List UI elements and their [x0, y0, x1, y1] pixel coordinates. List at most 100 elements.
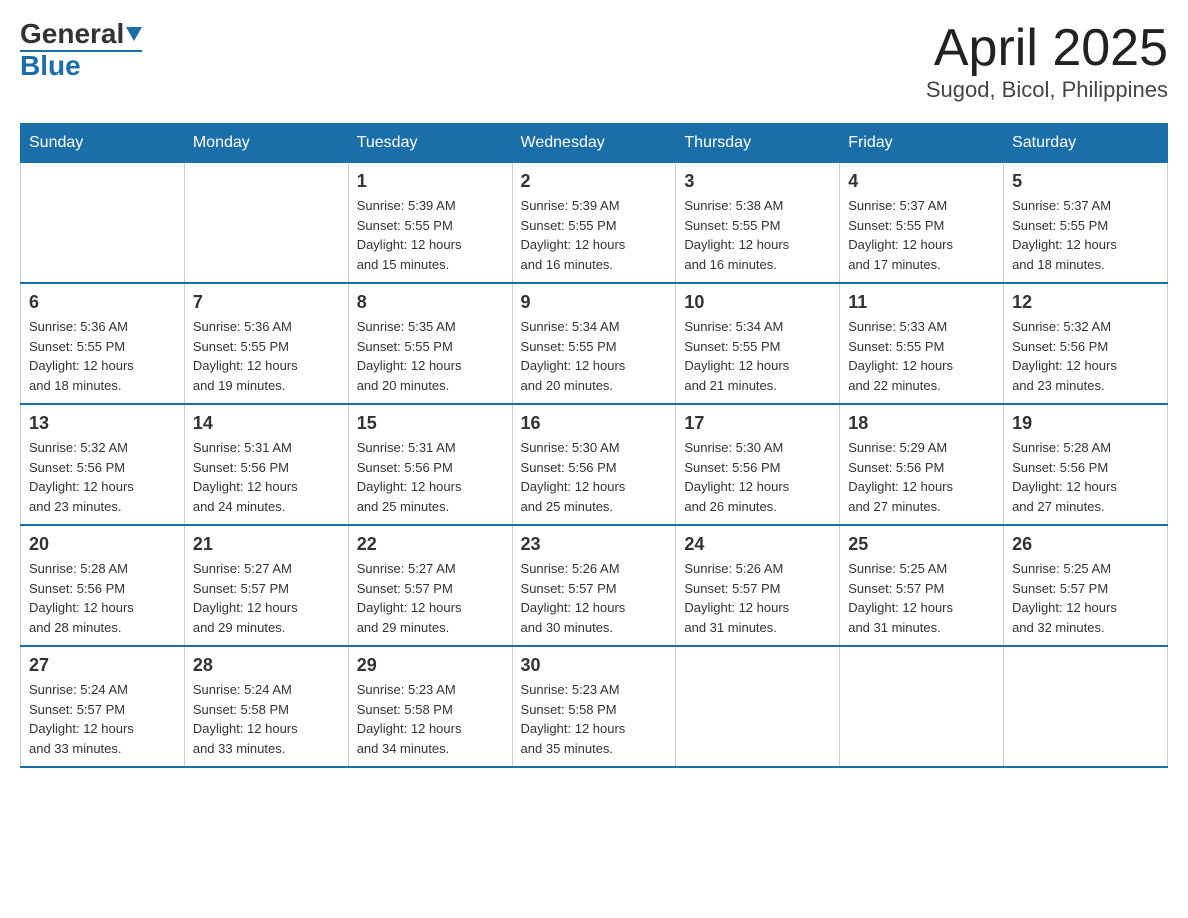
- calendar-cell: 28Sunrise: 5:24 AMSunset: 5:58 PMDayligh…: [184, 646, 348, 767]
- calendar-cell: 10 Sunrise: 5:34 AMSunset: 5:55 PMDayligh…: [676, 283, 840, 404]
- col-header-monday: Monday: [184, 124, 348, 163]
- day-number: 29: [357, 655, 504, 676]
- day-number: 25: [848, 534, 995, 555]
- calendar-cell: 19 Sunrise: 5:28 AMSunset: 5:56 PMDayligh…: [1004, 404, 1168, 525]
- day-info: Sunrise: 5:39 AMSunset: 5:55 PMDaylight:…: [521, 196, 668, 274]
- calendar-cell: 24Sunrise: 5:26 AMSunset: 5:57 PMDayligh…: [676, 525, 840, 646]
- day-number: 21: [193, 534, 340, 555]
- day-info: Sunrise: 5:37 AMSunset: 5:55 PMDaylight:…: [1012, 196, 1159, 274]
- col-header-sunday: Sunday: [21, 124, 185, 163]
- day-number: 5: [1012, 171, 1159, 192]
- day-info: Sunrise: 5:25 AMSunset: 5:57 PMDaylight:…: [1012, 559, 1159, 637]
- title-block: April 2025 Sugod, Bicol, Philippines: [926, 20, 1168, 103]
- calendar-cell: 17 Sunrise: 5:30 AMSunset: 5:56 PMDayligh…: [676, 404, 840, 525]
- page-title: April 2025: [926, 20, 1168, 77]
- calendar-cell: 23Sunrise: 5:26 AMSunset: 5:57 PMDayligh…: [512, 525, 676, 646]
- day-info: Sunrise: 5:24 AMSunset: 5:57 PMDaylight:…: [29, 680, 176, 758]
- day-info: Sunrise: 5:38 AMSunset: 5:55 PMDaylight:…: [684, 196, 831, 274]
- day-info: Sunrise: 5:30 AMSunset: 5:56 PMDaylight:…: [684, 438, 831, 516]
- col-header-wednesday: Wednesday: [512, 124, 676, 163]
- day-info: Sunrise: 5:28 AMSunset: 5:56 PMDaylight:…: [1012, 438, 1159, 516]
- day-number: 27: [29, 655, 176, 676]
- calendar-cell: [840, 646, 1004, 767]
- page-subtitle: Sugod, Bicol, Philippines: [926, 77, 1168, 103]
- calendar-cell: 13 Sunrise: 5:32 AMSunset: 5:56 PMDayligh…: [21, 404, 185, 525]
- day-info: Sunrise: 5:30 AMSunset: 5:56 PMDaylight:…: [521, 438, 668, 516]
- day-number: 28: [193, 655, 340, 676]
- day-number: 19: [1012, 413, 1159, 434]
- col-header-thursday: Thursday: [676, 124, 840, 163]
- day-number: 3: [684, 171, 831, 192]
- day-number: 1: [357, 171, 504, 192]
- calendar-cell: 20 Sunrise: 5:28 AMSunset: 5:56 PMDayligh…: [21, 525, 185, 646]
- col-header-friday: Friday: [840, 124, 1004, 163]
- day-info: Sunrise: 5:27 AMSunset: 5:57 PMDaylight:…: [357, 559, 504, 637]
- day-number: 18: [848, 413, 995, 434]
- day-number: 26: [1012, 534, 1159, 555]
- day-info: Sunrise: 5:35 AMSunset: 5:55 PMDaylight:…: [357, 317, 504, 395]
- calendar-cell: 7 Sunrise: 5:36 AMSunset: 5:55 PMDaylight…: [184, 283, 348, 404]
- day-info: Sunrise: 5:36 AMSunset: 5:55 PMDaylight:…: [193, 317, 340, 395]
- calendar-cell: 4 Sunrise: 5:37 AMSunset: 5:55 PMDaylight…: [840, 163, 1004, 284]
- calendar-cell: 18Sunrise: 5:29 AMSunset: 5:56 PMDayligh…: [840, 404, 1004, 525]
- day-info: Sunrise: 5:26 AMSunset: 5:57 PMDaylight:…: [521, 559, 668, 637]
- day-number: 22: [357, 534, 504, 555]
- day-info: Sunrise: 5:39 AMSunset: 5:55 PMDaylight:…: [357, 196, 504, 274]
- col-header-saturday: Saturday: [1004, 124, 1168, 163]
- calendar-cell: [676, 646, 840, 767]
- calendar-cell: 30 Sunrise: 5:23 AMSunset: 5:58 PMDayligh…: [512, 646, 676, 767]
- calendar-cell: 21Sunrise: 5:27 AMSunset: 5:57 PMDayligh…: [184, 525, 348, 646]
- day-number: 13: [29, 413, 176, 434]
- calendar-cell: [184, 163, 348, 284]
- day-number: 7: [193, 292, 340, 313]
- calendar-cell: [1004, 646, 1168, 767]
- day-info: Sunrise: 5:26 AMSunset: 5:57 PMDaylight:…: [684, 559, 831, 637]
- logo-triangle-icon: [126, 27, 142, 41]
- calendar-cell: 16 Sunrise: 5:30 AMSunset: 5:56 PMDayligh…: [512, 404, 676, 525]
- calendar-cell: 3 Sunrise: 5:38 AMSunset: 5:55 PMDaylight…: [676, 163, 840, 284]
- day-number: 12: [1012, 292, 1159, 313]
- calendar-cell: 14Sunrise: 5:31 AMSunset: 5:56 PMDayligh…: [184, 404, 348, 525]
- day-number: 30: [521, 655, 668, 676]
- week-row-3: 13 Sunrise: 5:32 AMSunset: 5:56 PMDayligh…: [21, 404, 1168, 525]
- day-info: Sunrise: 5:37 AMSunset: 5:55 PMDaylight:…: [848, 196, 995, 274]
- calendar-cell: 5 Sunrise: 5:37 AMSunset: 5:55 PMDaylight…: [1004, 163, 1168, 284]
- day-info: Sunrise: 5:34 AMSunset: 5:55 PMDaylight:…: [684, 317, 831, 395]
- day-info: Sunrise: 5:23 AMSunset: 5:58 PMDaylight:…: [521, 680, 668, 758]
- calendar-cell: 6 Sunrise: 5:36 AMSunset: 5:55 PMDaylight…: [21, 283, 185, 404]
- calendar-cell: 11 Sunrise: 5:33 AMSunset: 5:55 PMDayligh…: [840, 283, 1004, 404]
- day-number: 20: [29, 534, 176, 555]
- day-number: 10: [684, 292, 831, 313]
- day-number: 17: [684, 413, 831, 434]
- day-number: 8: [357, 292, 504, 313]
- day-number: 14: [193, 413, 340, 434]
- header-row: SundayMondayTuesdayWednesdayThursdayFrid…: [21, 124, 1168, 163]
- day-info: Sunrise: 5:33 AMSunset: 5:55 PMDaylight:…: [848, 317, 995, 395]
- calendar-cell: 26 Sunrise: 5:25 AMSunset: 5:57 PMDayligh…: [1004, 525, 1168, 646]
- day-number: 15: [357, 413, 504, 434]
- day-info: Sunrise: 5:28 AMSunset: 5:56 PMDaylight:…: [29, 559, 176, 637]
- day-info: Sunrise: 5:23 AMSunset: 5:58 PMDaylight:…: [357, 680, 504, 758]
- week-row-1: 1 Sunrise: 5:39 AMSunset: 5:55 PMDaylight…: [21, 163, 1168, 284]
- day-info: Sunrise: 5:31 AMSunset: 5:56 PMDaylight:…: [357, 438, 504, 516]
- logo-general-text: General: [20, 20, 124, 48]
- day-number: 11: [848, 292, 995, 313]
- week-row-2: 6 Sunrise: 5:36 AMSunset: 5:55 PMDaylight…: [21, 283, 1168, 404]
- day-info: Sunrise: 5:34 AMSunset: 5:55 PMDaylight:…: [521, 317, 668, 395]
- calendar-cell: 15 Sunrise: 5:31 AMSunset: 5:56 PMDayligh…: [348, 404, 512, 525]
- calendar-cell: 9Sunrise: 5:34 AMSunset: 5:55 PMDaylight…: [512, 283, 676, 404]
- day-number: 6: [29, 292, 176, 313]
- day-info: Sunrise: 5:36 AMSunset: 5:55 PMDaylight:…: [29, 317, 176, 395]
- calendar-cell: [21, 163, 185, 284]
- page-header: General Blue April 2025 Sugod, Bicol, Ph…: [20, 20, 1168, 103]
- calendar-cell: 22 Sunrise: 5:27 AMSunset: 5:57 PMDayligh…: [348, 525, 512, 646]
- calendar-cell: 8 Sunrise: 5:35 AMSunset: 5:55 PMDaylight…: [348, 283, 512, 404]
- calendar-cell: 25 Sunrise: 5:25 AMSunset: 5:57 PMDayligh…: [840, 525, 1004, 646]
- day-number: 16: [521, 413, 668, 434]
- col-header-tuesday: Tuesday: [348, 124, 512, 163]
- calendar-cell: 1 Sunrise: 5:39 AMSunset: 5:55 PMDaylight…: [348, 163, 512, 284]
- calendar-table: SundayMondayTuesdayWednesdayThursdayFrid…: [20, 123, 1168, 768]
- day-info: Sunrise: 5:25 AMSunset: 5:57 PMDaylight:…: [848, 559, 995, 637]
- day-info: Sunrise: 5:32 AMSunset: 5:56 PMDaylight:…: [29, 438, 176, 516]
- day-number: 4: [848, 171, 995, 192]
